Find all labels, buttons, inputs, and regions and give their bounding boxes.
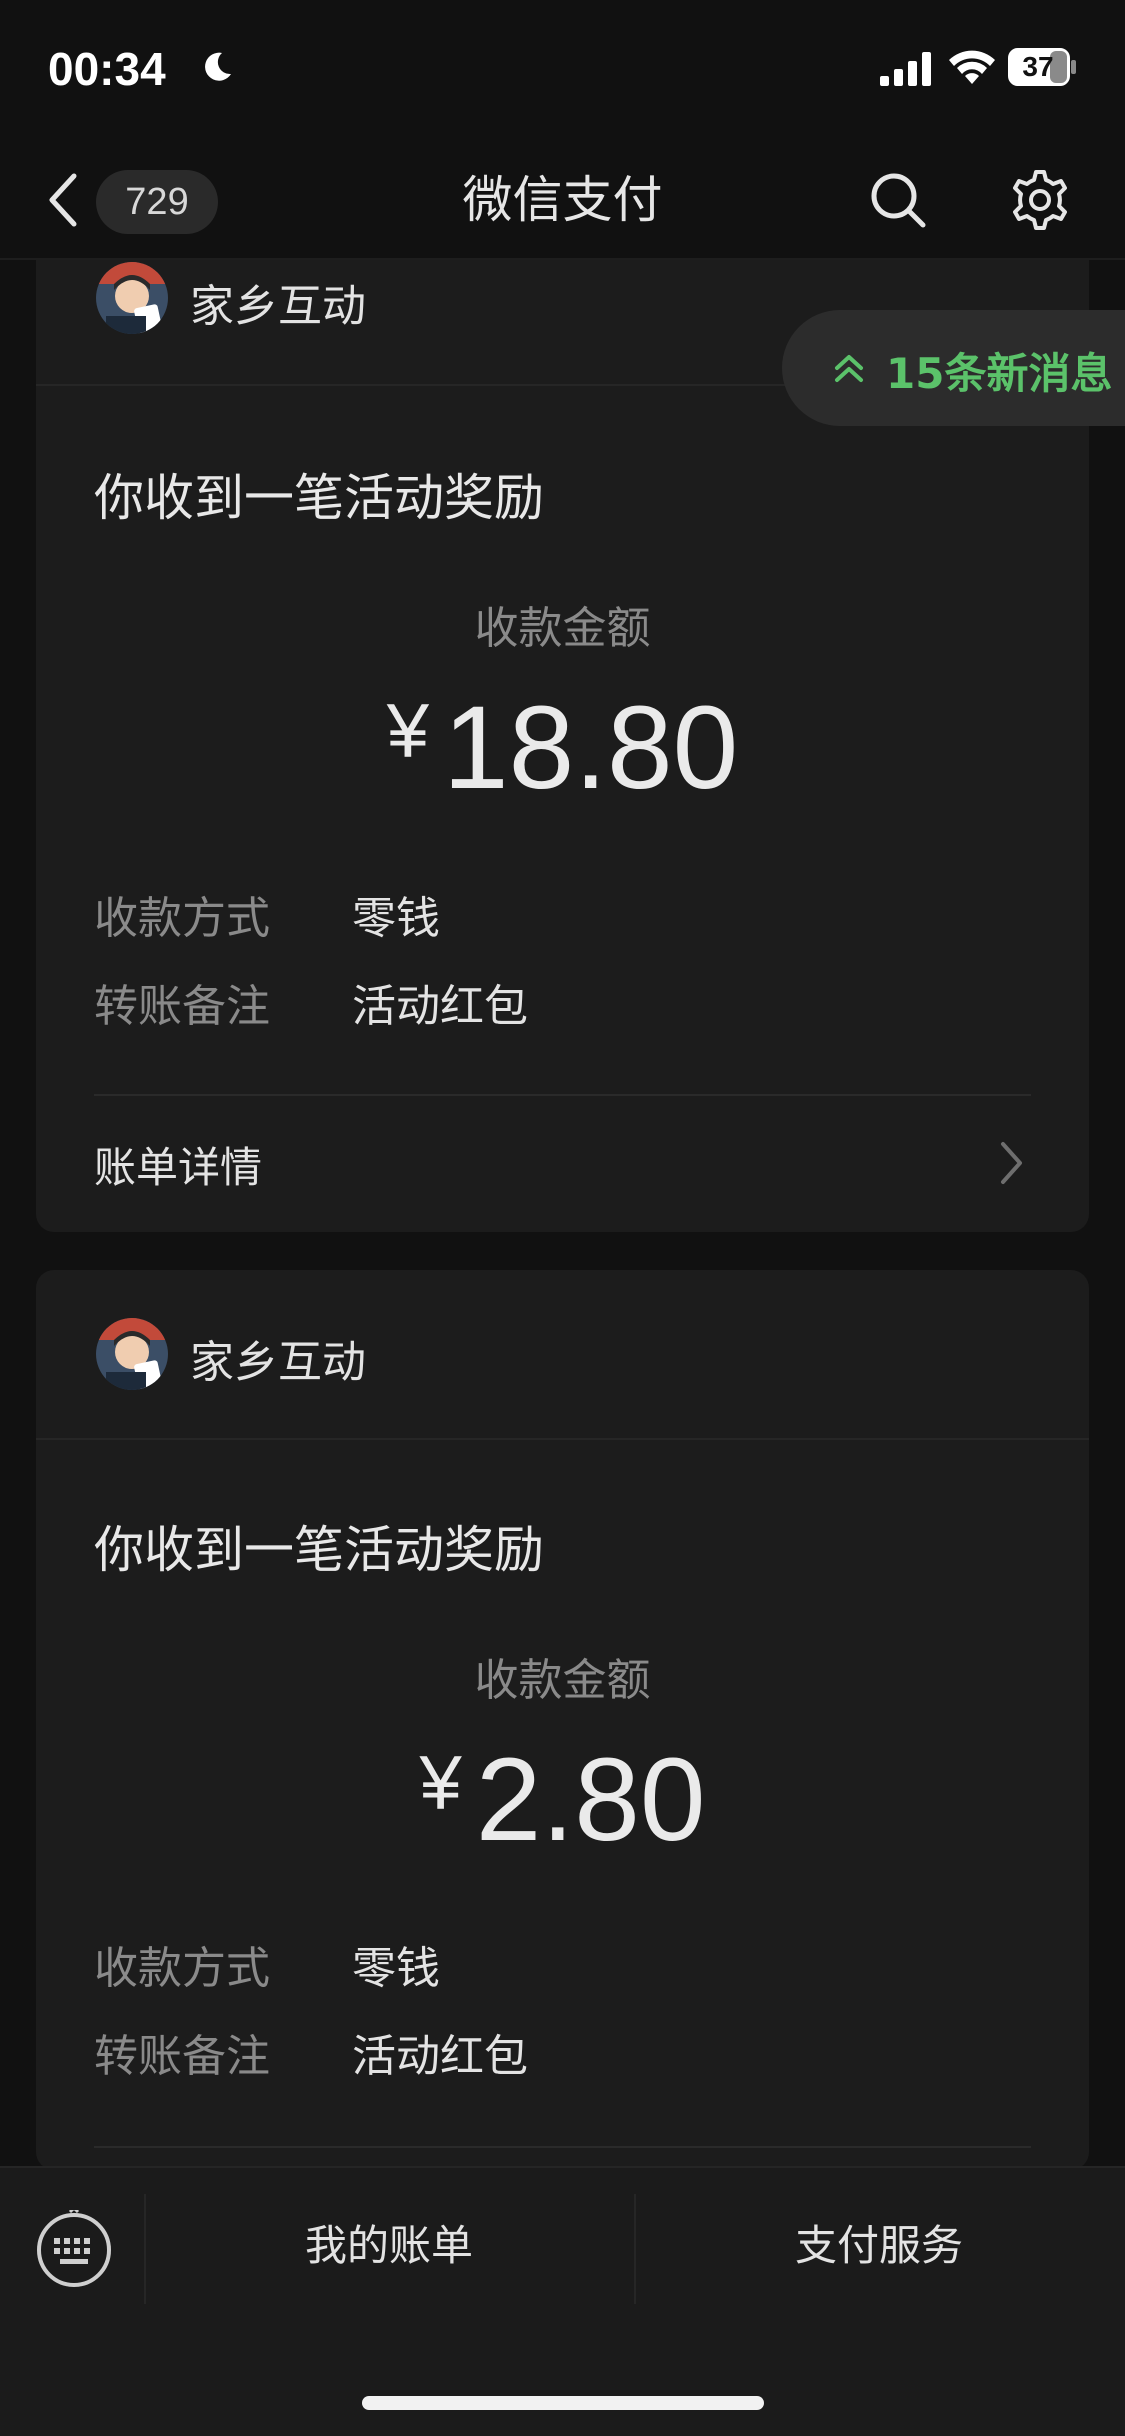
divider [94,1094,1031,1096]
new-messages-label: 15条新消息 [886,349,1113,398]
status-bar: 00:34 37 [0,0,1125,140]
wifi-icon [949,50,995,84]
amount-value: ¥18.80 [36,680,1089,816]
payment-services-button[interactable]: 支付服务 [634,2206,1124,2286]
payment-method-value: 零钱 [352,893,440,944]
card-header: 家乡互动 [36,1270,1089,1440]
card-title: 你收到一笔活动奖励 [94,469,544,527]
transfer-note-value: 活动红包 [352,2031,528,2082]
gear-icon[interactable] [1008,168,1072,232]
amount-value: ¥2.80 [36,1732,1089,1868]
card-title: 你收到一笔活动奖励 [94,1521,544,1579]
amount-label: 收款金额 [474,1655,651,1706]
payment-method-value: 零钱 [352,1943,440,1994]
new-messages-button[interactable]: 15条新消息 [782,310,1125,426]
transfer-note-label: 转账备注 [94,2031,270,2082]
payment-method-label: 收款方式 [94,893,270,944]
sender-name: 家乡互动 [190,1337,366,1388]
my-bills-button[interactable]: 我的账单 [144,2206,634,2286]
sender-name: 家乡互动 [190,281,366,332]
divider [94,2146,1031,2148]
search-icon[interactable] [868,170,928,230]
unread-count-badge[interactable]: 729 [96,170,218,234]
home-indicator[interactable] [362,2396,764,2410]
status-time: 00:34 [48,43,166,95]
chevron-right-icon[interactable] [996,1138,1026,1188]
keyboard-icon[interactable] [34,2210,114,2290]
amount-label: 收款金额 [474,603,651,654]
transfer-note-label: 转账备注 [94,981,270,1032]
bill-details-link[interactable]: 账单详情 [94,1134,262,1195]
sender-avatar [96,262,168,334]
battery-level: 37 [1022,51,1054,82]
navigation-bar: 729 微信支付 [0,140,1125,260]
currency-symbol: ¥ [419,1741,462,1826]
moon-icon [205,52,231,81]
back-icon[interactable] [40,170,90,230]
payment-method-label: 收款方式 [94,1943,270,1994]
amount-number: 2.80 [475,1734,706,1866]
payment-card[interactable]: 家乡互动 你收到一笔活动奖励 收款金额 ¥2.80 收款方式 零钱 转账备注 活… [36,1270,1089,2170]
transfer-note-value: 活动红包 [352,981,528,1032]
currency-symbol: ¥ [386,689,429,774]
amount-number: 18.80 [442,682,739,814]
double-chevron-up-icon [835,355,863,382]
cellular-signal-icon [880,52,931,86]
sender-avatar [96,1318,168,1390]
